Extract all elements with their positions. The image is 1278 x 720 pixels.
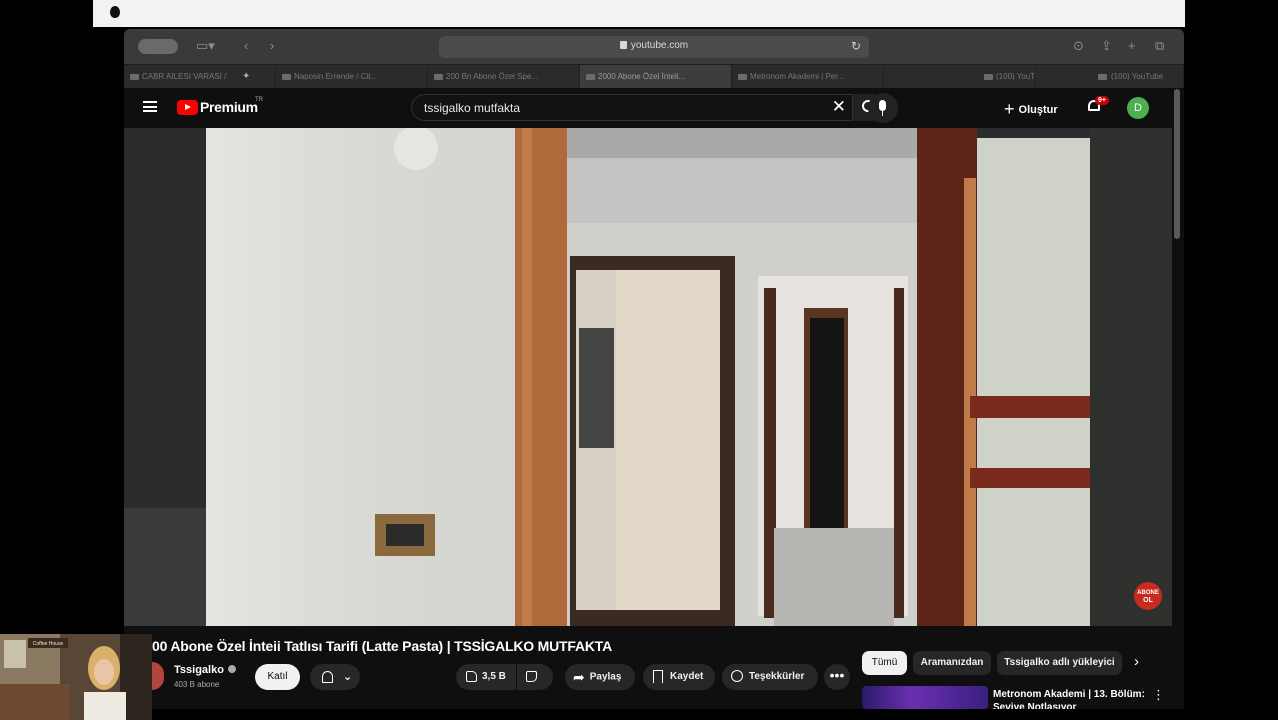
tab-label: Metronom Akademi | Per...: [750, 72, 845, 81]
browser-tab-active[interactable]: 2000 Abone Özel İnteli...: [580, 65, 732, 89]
browser-tab[interactable]: Naposin Errende / Cit...: [276, 65, 428, 89]
thanks-button[interactable]: Teşekkürler: [722, 664, 818, 690]
search-value: tssigalko mutfakta: [424, 101, 521, 115]
tab-favicon-icon: [434, 74, 443, 80]
youtube-logo-icon[interactable]: [177, 100, 198, 115]
save-button[interactable]: Kaydet: [643, 664, 715, 690]
tab-label: 2000 Abone Özel İnteli...: [598, 72, 686, 81]
address-url: youtube.com: [630, 40, 689, 51]
lock-icon: [619, 41, 627, 49]
microphone-icon: [879, 100, 886, 111]
recommendation-thumbnail[interactable]: [862, 686, 988, 709]
tab-favicon-icon: [984, 74, 993, 80]
like-count: 3,5 B: [482, 671, 506, 682]
back-icon[interactable]: ‹: [244, 38, 248, 54]
tab-overview-icon[interactable]: ⧉: [1155, 38, 1164, 54]
tab-favicon-icon: [282, 74, 291, 80]
menu-icon[interactable]: [143, 101, 157, 112]
tab-label: Naposin Errende / Cit...: [294, 72, 378, 81]
bell-icon: [322, 671, 333, 683]
browser-toolbar: ▭▾ ‹ › youtube.com ↻ ⊙ ⇪ + ⧉: [124, 29, 1184, 64]
recommendation-title[interactable]: Metronom Akademi | 13. Bölüm: Seviye Not…: [993, 688, 1158, 709]
create-label: Oluştur: [1018, 104, 1058, 116]
more-actions-button[interactable]: •••: [824, 664, 850, 690]
tab-label: (100) YouTube: [1111, 72, 1164, 81]
browser-tab[interactable]: (100) YouTube: [1036, 65, 1184, 89]
voice-search-button[interactable]: [868, 93, 898, 123]
chip-uploader[interactable]: Tssigalko adlı yükleyici: [997, 651, 1122, 675]
tab-favicon-icon: [586, 74, 595, 80]
video-player[interactable]: ABONE OL: [124, 128, 1172, 626]
save-label: Kaydet: [670, 671, 704, 682]
thanks-label: Teşekkürler: [749, 671, 805, 682]
browser-tab[interactable]: (100) YouTube: [884, 65, 1036, 89]
browser-tab[interactable]: 200 Bn Abone Özel Spe...: [428, 65, 580, 89]
video-info-area: 00 Abone Özel İnteii Tatlısı Tarifi (Lat…: [124, 629, 1184, 709]
tab-favicon-icon: [1098, 74, 1107, 80]
youtube-logo-text[interactable]: Premium: [200, 99, 258, 115]
subscriber-count: 403 B abone: [174, 680, 220, 689]
window-controls[interactable]: [138, 39, 178, 54]
region-code: TR: [255, 97, 263, 103]
account-avatar[interactable]: D: [1127, 97, 1149, 119]
chip-from-search[interactable]: Aramanızdan: [913, 651, 991, 675]
clear-search-icon[interactable]: ✕: [832, 98, 846, 116]
apple-logo-icon[interactable]: [110, 6, 120, 18]
recommendation-menu-icon[interactable]: ⋮: [1152, 687, 1165, 703]
sidebar-icon[interactable]: ▭▾: [196, 38, 215, 54]
channel-name-text: Tssigalko: [174, 664, 224, 676]
plus-icon: +: [1004, 99, 1015, 119]
browser-tab[interactable]: Metronom Akademi | Per...: [732, 65, 884, 89]
forward-icon[interactable]: ›: [270, 38, 274, 54]
channel-name[interactable]: Tssigalko: [174, 664, 236, 676]
thumbs-down-icon: [526, 670, 537, 682]
video-title: 00 Abone Özel İnteii Tatlısı Tarifi (Lat…: [152, 638, 613, 654]
download-icon[interactable]: ⊙: [1073, 38, 1084, 54]
create-button[interactable]: + Oluştur: [1004, 99, 1058, 120]
youtube-header: Premium TR tssigalko mutfakta ✕ + Oluştur…: [124, 88, 1184, 128]
reload-icon[interactable]: ↻: [851, 39, 861, 53]
bookmark-icon: [653, 669, 663, 683]
new-tab-icon[interactable]: +: [1128, 38, 1136, 54]
share-button[interactable]: ➦ Paylaş: [565, 664, 635, 690]
subscribe-overlay-badge[interactable]: ABONE: [1137, 590, 1159, 596]
mac-menu-bar: [93, 0, 1185, 27]
chevron-down-icon: ⌄: [343, 671, 353, 683]
thanks-icon: [731, 670, 743, 683]
webcam-sign-text: Coffee House: [33, 641, 64, 647]
thumbs-up-icon: [466, 670, 477, 682]
notification-badge: 9+: [1095, 96, 1109, 105]
page-scrollbar[interactable]: [1174, 89, 1180, 239]
subscription-bell-button[interactable]: ⌄: [310, 664, 360, 690]
verified-icon: [227, 665, 236, 673]
chip-all[interactable]: Tümü: [862, 651, 907, 675]
share-label: Paylaş: [589, 671, 622, 683]
browser-tab[interactable]: CABR AILESI VARASI / ✦: [124, 65, 276, 89]
video-frame: ABONE OL: [124, 128, 1172, 626]
screen: ▭▾ ‹ › youtube.com ↻ ⊙ ⇪ + ⧉ CABR AILESI…: [0, 0, 1278, 720]
tab-favicon-icon: [738, 74, 747, 80]
webcam-image: Coffee House: [0, 634, 152, 720]
tab-label: 200 Bn Abone Özel Spe...: [446, 72, 539, 81]
chevron-right-icon[interactable]: ›: [1134, 653, 1139, 670]
share-icon: ➦: [573, 669, 585, 685]
address-bar[interactable]: youtube.com ↻: [439, 36, 869, 58]
webcam-overlay: Coffee House: [0, 634, 152, 720]
browser-window: ▭▾ ‹ › youtube.com ↻ ⊙ ⇪ + ⧉ CABR AILESI…: [124, 29, 1184, 709]
tab-bar: CABR AILESI VARASI / ✦ Naposin Errende / …: [124, 64, 1184, 89]
dislike-button[interactable]: [517, 664, 553, 690]
tab-label: CABR AILESI VARASI /: [142, 72, 227, 81]
cursor-icon: ✦: [242, 71, 251, 82]
search-input[interactable]: tssigalko mutfakta ✕: [411, 94, 853, 121]
share-toolbar-icon[interactable]: ⇪: [1101, 38, 1112, 54]
join-button[interactable]: Katıl: [255, 664, 300, 690]
svg-text:OL: OL: [1143, 597, 1153, 604]
like-button[interactable]: 3,5 B: [456, 664, 516, 690]
tab-favicon-icon: [130, 74, 139, 80]
tab-label: (100) YouTube: [996, 72, 1035, 81]
